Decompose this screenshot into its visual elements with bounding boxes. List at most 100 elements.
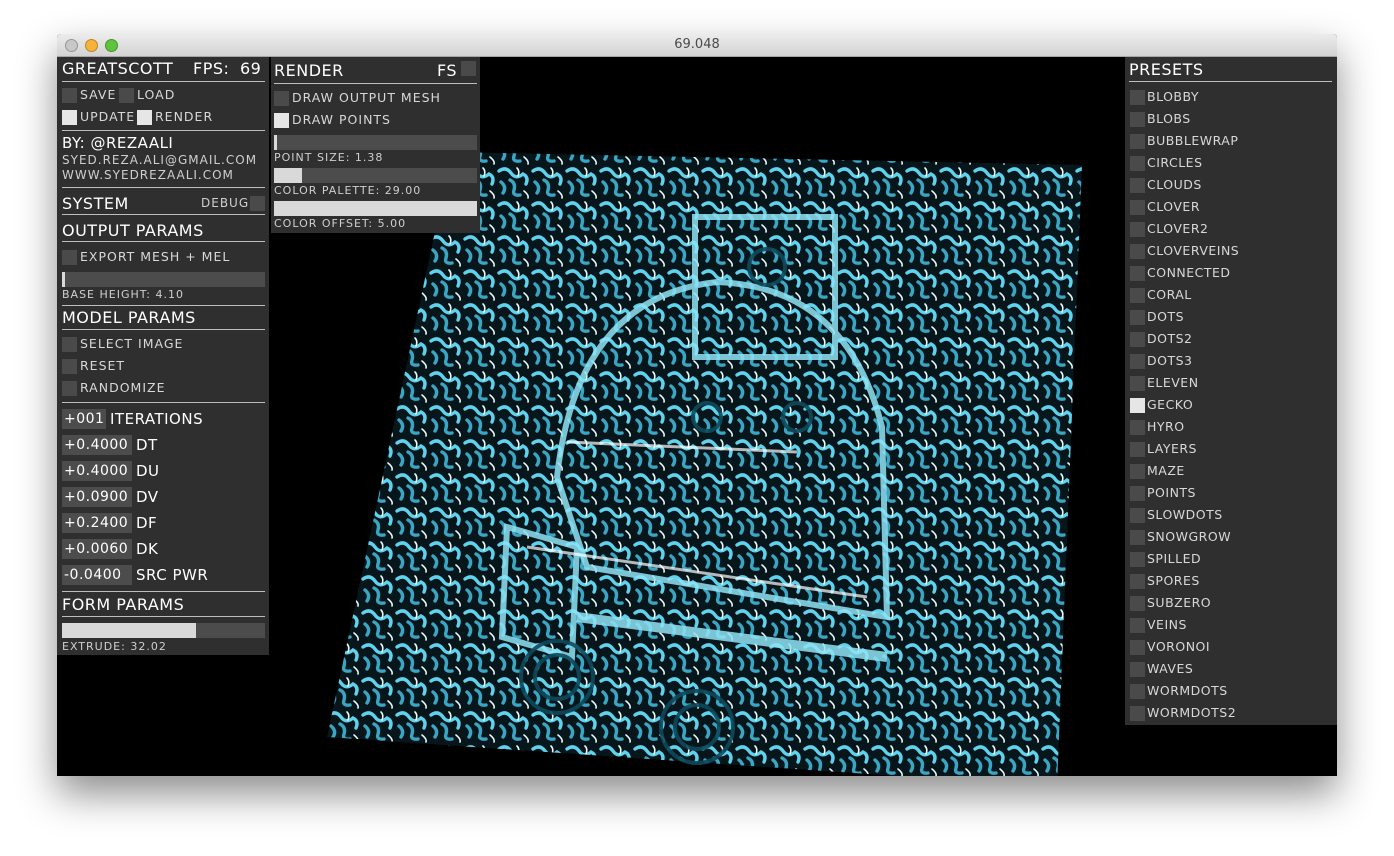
preset-checkbox[interactable] (1130, 354, 1145, 369)
preset-item-bubblewrap[interactable]: BUBBLEWRAP (1130, 132, 1330, 150)
preset-checkbox[interactable] (1130, 156, 1145, 171)
preset-checkbox[interactable] (1130, 266, 1145, 281)
select-image-checkbox[interactable] (62, 337, 77, 352)
param-value[interactable]: +0.2400 (62, 513, 132, 533)
preset-item-dots[interactable]: DOTS (1130, 308, 1330, 326)
preset-item-gecko[interactable]: GECKO (1130, 396, 1330, 414)
load-checkbox[interactable] (119, 88, 134, 103)
preset-item-maze[interactable]: MAZE (1130, 462, 1330, 480)
preset-checkbox[interactable] (1130, 244, 1145, 259)
preset-checkbox[interactable] (1130, 332, 1145, 347)
render-toggle[interactable]: RENDER (137, 108, 247, 126)
param-dk[interactable]: +0.0060 DK (62, 539, 262, 559)
preset-item-subzero[interactable]: SUBZERO (1130, 594, 1330, 612)
preset-item-clover2[interactable]: CLOVER2 (1130, 220, 1330, 238)
load-toggle[interactable]: LOAD (119, 86, 229, 104)
preset-item-eleven[interactable]: ELEVEN (1130, 374, 1330, 392)
preset-checkbox[interactable] (1130, 464, 1145, 479)
draw-output-mesh-toggle[interactable]: DRAW OUTPUT MESH (274, 89, 474, 107)
preset-item-clouds[interactable]: CLOUDS (1130, 176, 1330, 194)
render-canvas[interactable]: GREATSCOTT FPS: 69 SAVE LOAD UPDATE REND… (57, 57, 1337, 776)
param-value[interactable]: +0.4000 (62, 461, 132, 481)
preset-item-layers[interactable]: LAYERS (1130, 440, 1330, 458)
preset-item-clover[interactable]: CLOVER (1130, 198, 1330, 216)
preset-checkbox[interactable] (1130, 442, 1145, 457)
draw-mesh-checkbox[interactable] (274, 91, 289, 106)
preset-checkbox[interactable] (1130, 134, 1145, 149)
param-value[interactable]: +0.4000 (62, 435, 132, 455)
param-df[interactable]: +0.2400 DF (62, 513, 262, 533)
point-size-slider[interactable] (274, 135, 477, 150)
preset-checkbox[interactable] (1130, 420, 1145, 435)
param-iterations[interactable]: +001 ITERATIONS (62, 409, 262, 429)
preset-checkbox[interactable] (1130, 530, 1145, 545)
preset-checkbox[interactable] (1130, 596, 1145, 611)
color-palette-slider[interactable] (274, 168, 477, 183)
update-toggle[interactable]: UPDATE (62, 108, 142, 126)
preset-item-wormdots2[interactable]: WORMDOTS2 (1130, 704, 1330, 722)
preset-item-blobs[interactable]: BLOBS (1130, 110, 1330, 128)
update-checkbox[interactable] (62, 110, 77, 125)
preset-item-dots3[interactable]: DOTS3 (1130, 352, 1330, 370)
preset-checkbox[interactable] (1130, 178, 1145, 193)
preset-item-waves[interactable]: WAVES (1130, 660, 1330, 678)
preset-checkbox[interactable] (1130, 486, 1145, 501)
param-value[interactable]: +0.0900 (62, 487, 132, 507)
preset-checkbox[interactable] (1130, 574, 1145, 589)
preset-item-connected[interactable]: CONNECTED (1130, 264, 1330, 282)
select-image-button[interactable]: SELECT IMAGE (62, 335, 262, 353)
preset-item-hyro[interactable]: HYRO (1130, 418, 1330, 436)
preset-item-spores[interactable]: SPORES (1130, 572, 1330, 590)
debug-checkbox[interactable] (250, 196, 265, 211)
color-offset-slider[interactable] (274, 201, 477, 216)
preset-item-voronoi[interactable]: VORONOI (1130, 638, 1330, 656)
save-checkbox[interactable] (62, 88, 77, 103)
param-dv[interactable]: +0.0900 DV (62, 487, 262, 507)
param-value[interactable]: +001 (62, 409, 106, 429)
extrude-slider[interactable] (62, 623, 265, 638)
draw-points-toggle[interactable]: DRAW POINTS (274, 111, 474, 129)
preset-checkbox[interactable] (1130, 640, 1145, 655)
export-mesh-toggle[interactable]: EXPORT MESH + MEL (62, 248, 262, 266)
render-checkbox[interactable] (137, 110, 152, 125)
preset-checkbox[interactable] (1130, 618, 1145, 633)
preset-checkbox[interactable] (1130, 552, 1145, 567)
preset-item-snowgrow[interactable]: SNOWGROW (1130, 528, 1330, 546)
reset-checkbox[interactable] (62, 359, 77, 374)
export-mesh-checkbox[interactable] (62, 250, 77, 265)
preset-checkbox[interactable] (1130, 222, 1145, 237)
preset-checkbox[interactable] (1130, 310, 1145, 325)
preset-checkbox[interactable] (1130, 398, 1145, 413)
param-value[interactable]: +0.0060 (62, 539, 132, 559)
title-bar[interactable]: 69.048 (57, 34, 1337, 57)
preset-checkbox[interactable] (1130, 684, 1145, 699)
preset-item-coral[interactable]: CORAL (1130, 286, 1330, 304)
fullscreen-checkbox[interactable] (461, 61, 476, 76)
preset-checkbox[interactable] (1130, 662, 1145, 677)
param-du[interactable]: +0.4000 DU (62, 461, 262, 481)
param-value[interactable]: -0.0400 (62, 565, 132, 585)
preset-item-slowdots[interactable]: SLOWDOTS (1130, 506, 1330, 524)
param-dt[interactable]: +0.4000 DT (62, 435, 262, 455)
reset-button[interactable]: RESET (62, 357, 262, 375)
preset-checkbox[interactable] (1130, 508, 1145, 523)
preset-item-points[interactable]: POINTS (1130, 484, 1330, 502)
preset-item-veins[interactable]: VEINS (1130, 616, 1330, 634)
base-height-slider[interactable] (62, 272, 265, 287)
param-src-pwr[interactable]: -0.0400 SRC PWR (62, 565, 262, 585)
preset-checkbox[interactable] (1130, 376, 1145, 391)
preset-item-circles[interactable]: CIRCLES (1130, 154, 1330, 172)
preset-item-blobby[interactable]: BLOBBY (1130, 88, 1330, 106)
preset-checkbox[interactable] (1130, 200, 1145, 215)
draw-points-checkbox[interactable] (274, 113, 289, 128)
randomize-checkbox[interactable] (62, 381, 77, 396)
preset-item-cloverveins[interactable]: CLOVERVEINS (1130, 242, 1330, 260)
preset-checkbox[interactable] (1130, 288, 1145, 303)
preset-item-wormdots[interactable]: WORMDOTS (1130, 682, 1330, 700)
preset-checkbox[interactable] (1130, 706, 1145, 721)
randomize-button[interactable]: RANDOMIZE (62, 379, 262, 397)
preset-item-spilled[interactable]: SPILLED (1130, 550, 1330, 568)
preset-checkbox[interactable] (1130, 112, 1145, 127)
preset-checkbox[interactable] (1130, 90, 1145, 105)
preset-item-dots2[interactable]: DOTS2 (1130, 330, 1330, 348)
